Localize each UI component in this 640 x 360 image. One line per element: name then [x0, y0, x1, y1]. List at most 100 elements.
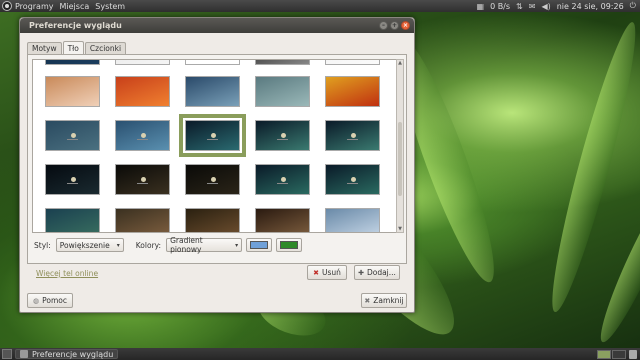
network-icon[interactable]: ⇅: [516, 2, 523, 11]
remove-button[interactable]: ✖ Usuń: [307, 265, 347, 280]
wallpaper-scrollbar[interactable]: ▲ ▼: [396, 59, 404, 233]
network-monitor-icon[interactable]: ▦: [477, 2, 485, 11]
wallpaper-thumbnail[interactable]: [45, 76, 100, 107]
wallpaper-logo-dot: [280, 177, 286, 183]
scroll-down-icon[interactable]: ▼: [397, 226, 403, 232]
wallpaper-thumbnail[interactable]: [115, 164, 170, 195]
background-tab-panel: ▲ ▼ Styl: Powiększenie ▾ Kolory: Gradien…: [27, 54, 407, 264]
wallpaper-grid[interactable]: [32, 59, 398, 233]
style-label: Styl:: [34, 240, 51, 250]
wallpaper-thumbnail[interactable]: [255, 60, 310, 65]
scrollbar-thumb[interactable]: [398, 122, 402, 196]
taskbar-item-label: Preferencje wyglądu: [32, 349, 114, 359]
wallpaper-thumbnail[interactable]: [255, 76, 310, 107]
wallpaper-logo-text: [277, 138, 288, 140]
help-button-label: Pomoc: [42, 296, 67, 305]
wallpaper-thumbnail[interactable]: [115, 208, 170, 232]
add-icon: ✚: [358, 268, 364, 277]
minimize-icon[interactable]: –: [379, 21, 388, 30]
tab-background[interactable]: Tło: [62, 41, 84, 54]
wallpaper-logo-dot: [70, 177, 76, 183]
wallpaper-thumbnail[interactable]: [45, 120, 100, 151]
wallpaper-logo-dot: [350, 177, 356, 183]
wallpaper-logo-dot: [280, 133, 286, 139]
wallpaper-thumbnail[interactable]: [45, 60, 100, 65]
show-desktop-icon[interactable]: [2, 349, 12, 359]
chevron-down-icon: ▾: [235, 241, 239, 249]
tab-theme[interactable]: Motyw: [27, 42, 62, 54]
wallpaper-thumbnail[interactable]: [115, 76, 170, 107]
close-button-icon: ✖: [364, 296, 371, 305]
primary-color-swatch: [250, 241, 269, 249]
remove-button-label: Usuń: [321, 268, 341, 277]
wallpaper-logo-text: [277, 182, 288, 184]
trash-icon[interactable]: [629, 349, 637, 359]
help-icon: ◍: [33, 296, 40, 305]
tab-bar: Motyw Tło Czcionki: [27, 41, 127, 54]
window-title: Preferencje wyglądu: [29, 21, 122, 30]
more-backgrounds-online-link[interactable]: Więcej tel online: [36, 269, 98, 278]
wallpaper-thumbnail[interactable]: [255, 164, 310, 195]
wallpaper-logo-text: [137, 182, 148, 184]
wallpaper-logo-dot: [140, 133, 146, 139]
wallpaper-logo-text: [207, 182, 218, 184]
wallpaper-thumbnail[interactable]: [115, 120, 170, 151]
network-speed: 0 B/s: [490, 1, 511, 11]
ubuntu-logo-icon[interactable]: [2, 1, 12, 11]
top-panel: Programy Miejsca System ▦ 0 B/s ⇅ ✉ ◀) n…: [0, 0, 640, 12]
menu-programs[interactable]: Programy: [15, 2, 54, 11]
remove-icon: ✖: [313, 268, 319, 277]
add-button-label: Dodaj...: [366, 268, 396, 277]
primary-color-button[interactable]: [246, 238, 273, 252]
wallpaper-thumbnail[interactable]: [325, 60, 380, 65]
wallpaper-thumbnail[interactable]: [255, 208, 310, 232]
taskbar-item-appearance[interactable]: Preferencje wyglądu: [15, 349, 119, 359]
close-icon[interactable]: ×: [401, 21, 410, 30]
maximize-icon[interactable]: +: [390, 21, 399, 30]
wallpaper-thumbnail[interactable]: [45, 208, 100, 232]
menu-system[interactable]: System: [95, 2, 125, 11]
window-titlebar[interactable]: Preferencje wyglądu – + ×: [20, 18, 414, 33]
wallpaper-thumbnail[interactable]: [325, 164, 380, 195]
appearance-app-icon: [20, 350, 28, 358]
close-button[interactable]: ✖ Zamknij: [361, 293, 407, 308]
wallpaper-thumbnail[interactable]: [185, 76, 240, 107]
wallpaper-logo-text: [207, 138, 218, 140]
volume-icon[interactable]: ◀): [541, 2, 550, 11]
wallpaper-thumbnail[interactable]: [185, 208, 240, 232]
workspace-switcher: [597, 349, 626, 359]
wallpaper-logo-text: [137, 138, 148, 140]
wallpaper-thumbnail[interactable]: [185, 60, 240, 65]
clock[interactable]: nie 24 sie, 09:26: [557, 2, 624, 11]
scroll-up-icon[interactable]: ▲: [397, 60, 403, 66]
wallpaper-thumbnail[interactable]: [185, 164, 240, 195]
appearance-preferences-window: Preferencje wyglądu – + × Motyw Tło Czci…: [19, 17, 415, 313]
secondary-color-button[interactable]: [276, 238, 303, 252]
wallpaper-thumbnail[interactable]: [325, 208, 380, 232]
help-button[interactable]: ◍ Pomoc: [27, 293, 73, 308]
style-combo[interactable]: Powiększenie ▾: [55, 238, 124, 252]
workspace-1[interactable]: [597, 349, 611, 359]
chevron-down-icon: ▾: [116, 241, 120, 249]
power-icon[interactable]: ⏻: [630, 1, 636, 11]
colors-combo[interactable]: Gradient pionowy ▾: [166, 236, 243, 254]
tab-fonts[interactable]: Czcionki: [84, 42, 127, 54]
wallpaper-logo-dot: [140, 177, 146, 183]
mail-icon[interactable]: ✉: [529, 2, 536, 11]
colors-combo-value: Gradient pionowy: [170, 236, 203, 254]
wallpaper-thumbnail[interactable]: [325, 120, 380, 151]
wallpaper-thumbnail[interactable]: [115, 60, 170, 65]
workspace-2[interactable]: [612, 349, 626, 359]
wallpaper-thumbnail[interactable]: [325, 76, 380, 107]
wallpaper-thumbnail[interactable]: [179, 114, 246, 157]
menu-places[interactable]: Miejsca: [60, 2, 90, 11]
wallpaper-thumbnail[interactable]: [45, 164, 100, 195]
colors-label: Kolory:: [135, 240, 162, 250]
wallpaper-logo-text: [347, 182, 358, 184]
add-button[interactable]: ✚ Dodaj...: [354, 265, 400, 280]
wallpaper-logo-dot: [350, 133, 356, 139]
wallpaper-thumbnail[interactable]: [255, 120, 310, 151]
wallpaper-logo-dot: [70, 133, 76, 139]
wallpaper-logo-dot: [210, 177, 216, 183]
wallpaper-logo-text: [67, 182, 78, 184]
